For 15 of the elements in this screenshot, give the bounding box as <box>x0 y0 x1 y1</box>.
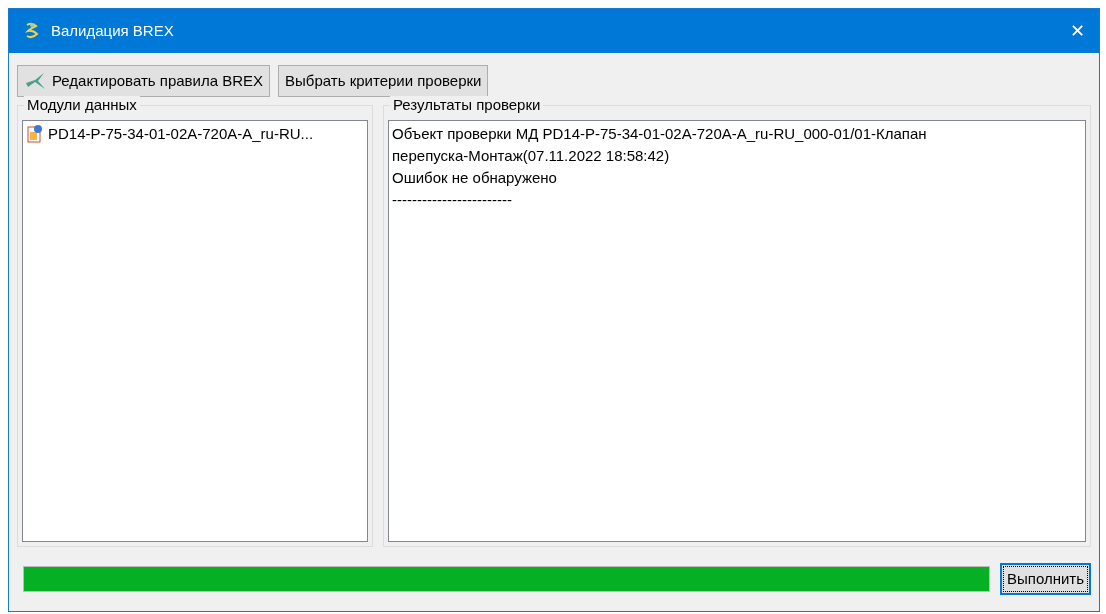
document-icon <box>26 124 44 145</box>
result-line: Ошибок не обнаружено <box>392 168 558 188</box>
group-title: Модули данных <box>24 96 140 114</box>
toolbar-button[interactable]: Выбрать критерии проверки <box>278 65 489 97</box>
run-button[interactable]: Выполнить <box>999 563 1091 595</box>
result-line: Объект проверки МД PD14-P-75-34-01-02A-720A-A_ru-RU_000-01/01-Клапан <box>392 124 928 144</box>
result-line: перепуска-Монтаж(07.11.2022 18:58:42) <box>392 146 671 166</box>
group-title: Результаты проверки <box>390 96 544 114</box>
list-item[interactable]: PD14-P-75-34-01-02A-720A-A_ru-RU... <box>26 123 364 146</box>
toolbar-button[interactable]: Редактировать правила BREX <box>17 65 271 97</box>
window-title: Валидация BREX <box>51 20 174 41</box>
leaf-icon <box>24 71 46 91</box>
app-icon <box>23 22 41 40</box>
result-line: ------------------------ <box>392 190 513 210</box>
close-button[interactable]: ✕ <box>1064 17 1091 45</box>
